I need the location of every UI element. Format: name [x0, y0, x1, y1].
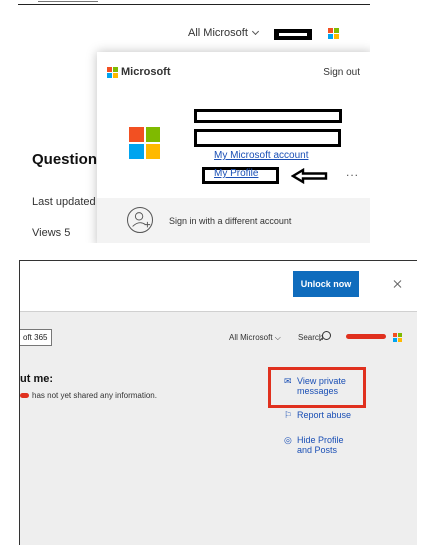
about-me-text: has not yet shared any information. [32, 391, 157, 400]
redacted-email [194, 129, 341, 147]
report-icon: ⚐ [284, 410, 293, 420]
sign-in-different-account-label: Sign in with a different account [169, 216, 292, 226]
hide-eye-icon: ◎ [284, 435, 292, 445]
all-microsoft-menu[interactable]: All Microsoft [188, 27, 259, 39]
microsoft-logo-icon[interactable] [328, 28, 339, 39]
microsoft-365-tab[interactable]: oft 365 [20, 329, 53, 346]
views-count: Views 5 [32, 227, 71, 239]
account-flyout: Microsoft Sign out My Microsoft account … [97, 52, 370, 243]
cropped-top-edge [38, 0, 98, 2]
all-microsoft-menu[interactable]: All Microsoft ⌵ [229, 333, 281, 343]
person-add-icon [127, 207, 153, 233]
unlock-now-button[interactable]: Unlock now [293, 271, 359, 297]
sign-out-link[interactable]: Sign out [323, 67, 360, 78]
redacted-display-name [194, 109, 342, 123]
search-icon[interactable] [322, 331, 331, 340]
redacted-username [274, 29, 312, 40]
redacted-username-scribble [346, 334, 386, 339]
account-avatar-microsoft-logo-icon [129, 127, 160, 159]
all-microsoft-label: All Microsoft [188, 27, 248, 39]
close-icon[interactable] [393, 279, 403, 289]
hide-profile-link[interactable]: ◎ Hide Profile and Posts [284, 435, 357, 455]
brand-name: Microsoft [121, 66, 171, 78]
hide-profile-label: Hide Profile and Posts [297, 435, 344, 455]
chevron-down-icon: ⌵ [274, 333, 281, 342]
about-me-heading: ut me: [20, 373, 53, 385]
view-private-messages-link[interactable]: ✉ View private messages [284, 376, 355, 396]
arrow-left-icon [291, 168, 328, 184]
question-heading: Question [32, 151, 98, 168]
report-abuse-link[interactable]: ⚐ Report abuse [284, 410, 351, 420]
microsoft-logo-icon [107, 66, 118, 78]
more-options-button[interactable]: ... [346, 165, 359, 179]
microsoft-logo-icon[interactable] [393, 333, 402, 342]
last-updated-text: Last updated [32, 196, 96, 208]
sign-in-different-account[interactable]: Sign in with a different account [97, 198, 370, 243]
my-microsoft-account-link[interactable]: My Microsoft account [214, 150, 308, 161]
profile-content-area [20, 312, 417, 545]
mail-icon: ✉ [284, 376, 292, 386]
canvas: All Microsoft Question Last updated View… [0, 0, 428, 559]
all-microsoft-label: All Microsoft [229, 333, 273, 342]
account-menu-screenshot: All Microsoft Question Last updated View… [18, 0, 370, 243]
redacted-name-scribble [20, 393, 29, 398]
chevron-down-icon [251, 27, 259, 36]
view-private-messages-label: View private messages [297, 376, 346, 396]
top-divider [18, 4, 370, 5]
my-profile-link[interactable]: My Profile [214, 168, 258, 179]
profile-page-screenshot: Unlock now oft 365 All Microsoft ⌵ Searc… [19, 260, 417, 545]
report-abuse-label: Report abuse [297, 410, 352, 420]
flyout-brand: Microsoft [107, 66, 171, 78]
